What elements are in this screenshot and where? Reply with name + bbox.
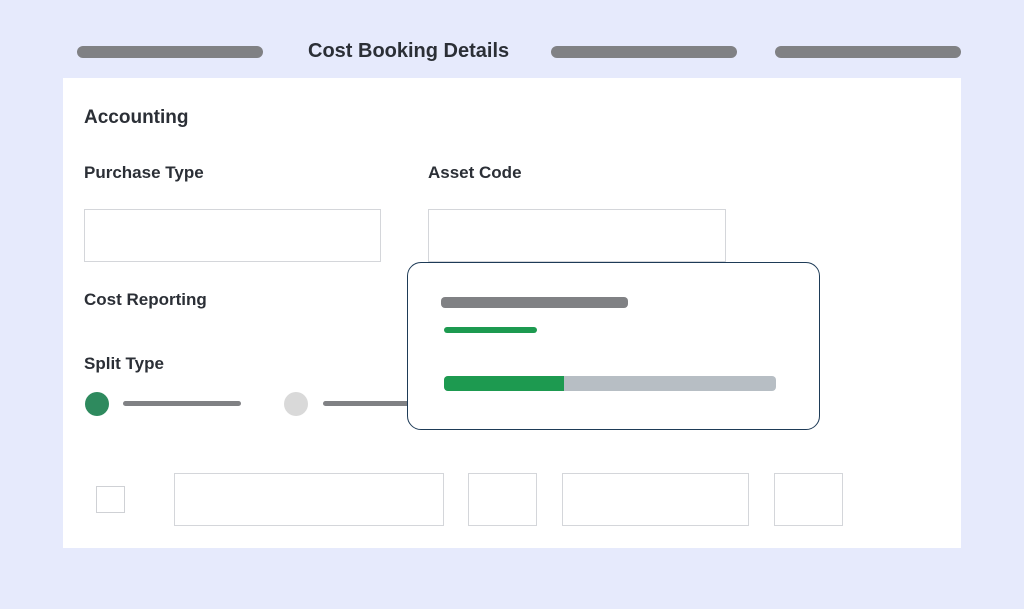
popup-progress-fill — [444, 376, 564, 391]
cost-reporting-label: Cost Reporting — [84, 290, 207, 309]
popup-card — [407, 262, 820, 430]
popup-progress-bar — [444, 376, 776, 391]
tab-placeholder-1[interactable] — [77, 46, 263, 58]
split-type-radio-2-label — [323, 401, 413, 406]
purchase-type-label: Purchase Type — [84, 163, 204, 182]
asset-code-label: Asset Code — [428, 163, 522, 182]
tab-placeholder-2[interactable] — [551, 46, 737, 58]
purchase-type-input[interactable] — [84, 209, 381, 262]
tab-bar: Cost Booking Details — [0, 0, 1024, 78]
asset-code-input[interactable] — [428, 209, 726, 262]
split-row-checkbox[interactable] — [96, 486, 125, 513]
split-row-field-3[interactable] — [562, 473, 749, 526]
split-row-field-2[interactable] — [468, 473, 537, 526]
split-type-radio-1[interactable] — [85, 392, 109, 416]
split-type-radio-2[interactable] — [284, 392, 308, 416]
tab-cost-booking-details[interactable]: Cost Booking Details — [308, 40, 509, 63]
split-type-radio-1-label — [123, 401, 241, 406]
split-row-field-1[interactable] — [174, 473, 444, 526]
tab-placeholder-3[interactable] — [775, 46, 961, 58]
split-type-label: Split Type — [84, 354, 164, 373]
split-row-field-4[interactable] — [774, 473, 843, 526]
section-title-accounting: Accounting — [84, 107, 189, 128]
popup-subtitle-placeholder — [444, 327, 537, 333]
popup-title-placeholder — [441, 297, 628, 308]
